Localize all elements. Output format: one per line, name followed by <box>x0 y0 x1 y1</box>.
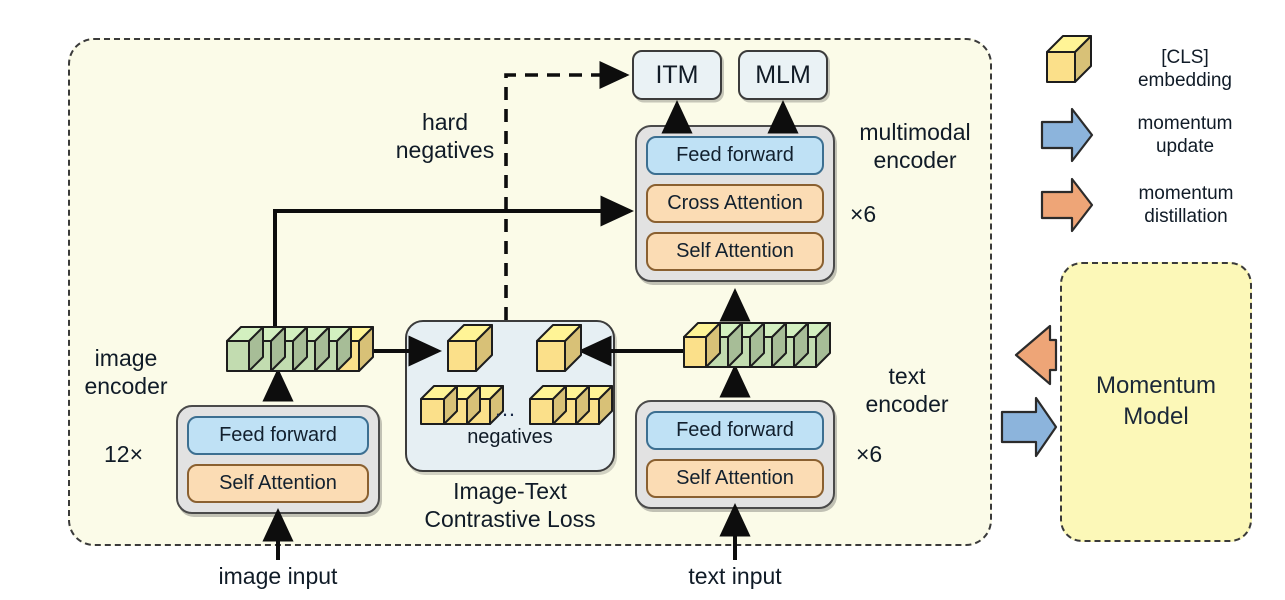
connector-image-embedding-to-cross-attention <box>273 195 634 341</box>
itc-positive-image-cube-icon <box>447 324 493 372</box>
legend-momentum-distillation-icon <box>1040 177 1094 233</box>
diagram-canvas: Momentum Model ITM MLM Feed forward Cross… <box>0 0 1285 600</box>
negatives-ellipsis: … <box>494 396 516 421</box>
image-embedding-cubes <box>226 326 374 372</box>
connector-hard-negatives-to-itm <box>504 60 630 320</box>
momentum-update-arrow <box>1000 396 1058 458</box>
text-embedding-cubes <box>683 322 831 368</box>
legend-cls-cube-icon <box>1046 35 1092 83</box>
negatives-group-right <box>529 385 613 425</box>
itc-positive-text-cube-icon <box>536 324 582 372</box>
connector-and-cube-layer: … <box>226 35 1094 560</box>
momentum-distillation-arrow <box>1014 324 1058 386</box>
legend-momentum-update-icon <box>1040 107 1094 163</box>
negatives-group-left <box>420 385 504 425</box>
